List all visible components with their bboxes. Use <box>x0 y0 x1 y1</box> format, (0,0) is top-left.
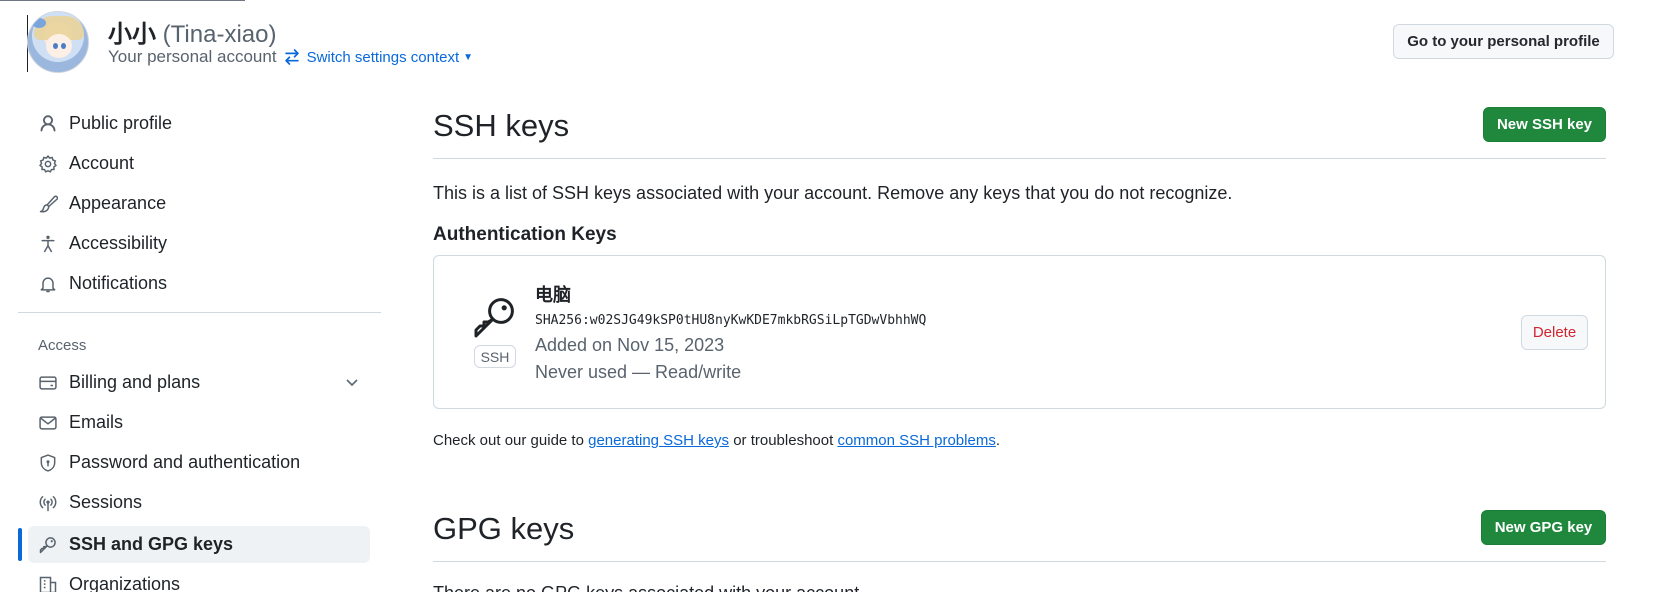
new-ssh-key-label: New SSH key <box>1496 116 1593 133</box>
chevron-down-icon[interactable] <box>344 374 360 395</box>
broadcast-icon <box>37 492 59 514</box>
guide-suffix: . <box>995 432 1000 449</box>
switch-context-link[interactable]: Switch settings context ▼ <box>283 48 473 66</box>
organization-icon <box>37 574 59 592</box>
ssh-key-added-date: Added on Nov 15, 2023 <box>535 335 725 355</box>
sidebar-item-password-authentication[interactable]: Password and authentication <box>28 444 370 481</box>
gpg-keys-title: GPG keys <box>433 511 575 546</box>
mail-icon <box>37 412 59 434</box>
account-name: 小小 (Tina-xiao) <box>108 14 276 49</box>
ssh-keys-title: SSH keys <box>433 108 570 143</box>
sidebar-item-public-profile[interactable]: Public profile <box>28 105 370 142</box>
new-gpg-key-button[interactable]: New GPG key <box>1481 510 1606 545</box>
sidebar-item-label: Billing and plans <box>69 372 201 392</box>
key-icon <box>37 534 59 556</box>
guide-prefix: Check out our guide to <box>433 432 589 449</box>
sidebar-item-label: Account <box>69 153 135 173</box>
ssh-title-divider <box>433 158 1606 159</box>
paintbrush-icon <box>37 193 59 215</box>
sidebar-item-label: SSH and GPG keys <box>69 534 234 554</box>
gear-icon <box>37 153 59 175</box>
sidebar-item-label: Organizations <box>69 574 181 592</box>
active-indicator <box>18 528 22 561</box>
ssh-key-usage: Never used — Read/write <box>535 362 742 382</box>
avatar-face <box>46 34 72 58</box>
gpg-title-divider <box>433 561 1606 562</box>
new-gpg-key-label: New GPG key <box>1494 519 1593 536</box>
top-edge-line <box>0 0 245 1</box>
guide-middle: or troubleshoot <box>729 432 838 449</box>
username: (Tina-xiao) <box>162 21 277 48</box>
sidebar-item-notifications[interactable]: Notifications <box>28 265 370 302</box>
person-icon <box>37 113 59 135</box>
ssh-badge: SSH <box>474 345 516 368</box>
sidebar-item-emails[interactable]: Emails <box>28 404 370 441</box>
sidebar-item-sessions[interactable]: Sessions <box>28 484 370 521</box>
sidebar-item-label: Sessions <box>69 492 143 512</box>
sidebar-divider <box>18 312 381 313</box>
caret-down-icon: ▼ <box>463 51 474 63</box>
avatar-eye-left <box>53 43 58 49</box>
account-type: Your personal account <box>108 47 277 66</box>
go-to-profile-label: Go to your personal profile <box>1407 33 1600 50</box>
bell-icon <box>37 273 59 295</box>
sidebar-item-label: Notifications <box>69 273 168 293</box>
sidebar-item-account[interactable]: Account <box>28 145 370 182</box>
sidebar-item-organizations[interactable]: Organizations <box>28 566 370 592</box>
sidebar-item-label: Public profile <box>69 113 173 133</box>
sidebar-item-label: Accessibility <box>69 233 168 253</box>
display-name: 小小 <box>108 21 156 48</box>
sidebar-item-appearance[interactable]: Appearance <box>28 185 370 222</box>
delete-key-label: Delete <box>1532 324 1577 341</box>
key-icon <box>471 293 519 346</box>
ssh-key-title: 电脑 <box>535 285 571 305</box>
sidebar-item-billing[interactable]: Billing and plans <box>28 364 370 401</box>
go-to-profile-button[interactable]: Go to your personal profile <box>1393 24 1614 59</box>
accessibility-icon <box>37 233 59 255</box>
switch-context-label: Switch settings context <box>306 48 460 66</box>
authentication-keys-heading: Authentication Keys <box>433 224 617 245</box>
sidebar-item-label: Emails <box>69 412 124 432</box>
sidebar-item-label: Password and authentication <box>69 452 301 472</box>
ssh-description: This is a list of SSH keys associated wi… <box>433 183 1233 203</box>
account-subtitle: Your personal account Switch settings co… <box>108 47 473 67</box>
sidebar-item-ssh-gpg-keys[interactable]: SSH and GPG keys <box>28 526 370 563</box>
gpg-description: There are no GPG keys associated with yo… <box>433 583 864 592</box>
sidebar-heading-access: Access <box>38 337 87 354</box>
shield-lock-icon <box>37 452 59 474</box>
avatar-bow <box>32 18 46 28</box>
avatar-eye-right <box>61 43 66 49</box>
new-ssh-key-button[interactable]: New SSH key <box>1483 107 1606 142</box>
common-ssh-problems-link[interactable]: common SSH problems <box>837 432 995 449</box>
credit-card-icon <box>37 372 59 394</box>
ssh-key-card <box>433 255 1606 409</box>
sidebar-item-accessibility[interactable]: Accessibility <box>28 225 370 262</box>
delete-key-button[interactable]: Delete <box>1521 315 1588 350</box>
generating-ssh-keys-link[interactable]: generating SSH keys <box>588 432 729 449</box>
avatar[interactable] <box>27 11 89 73</box>
arrow-switch-icon <box>284 49 299 65</box>
ssh-guide-text: Check out our guide to generating SSH ke… <box>433 432 1000 449</box>
ssh-key-fingerprint: SHA256:w02SJG49kSP0tHU8nyKwKDE7mkbRGSiLp… <box>535 313 927 328</box>
sidebar-item-label: Appearance <box>69 193 167 213</box>
